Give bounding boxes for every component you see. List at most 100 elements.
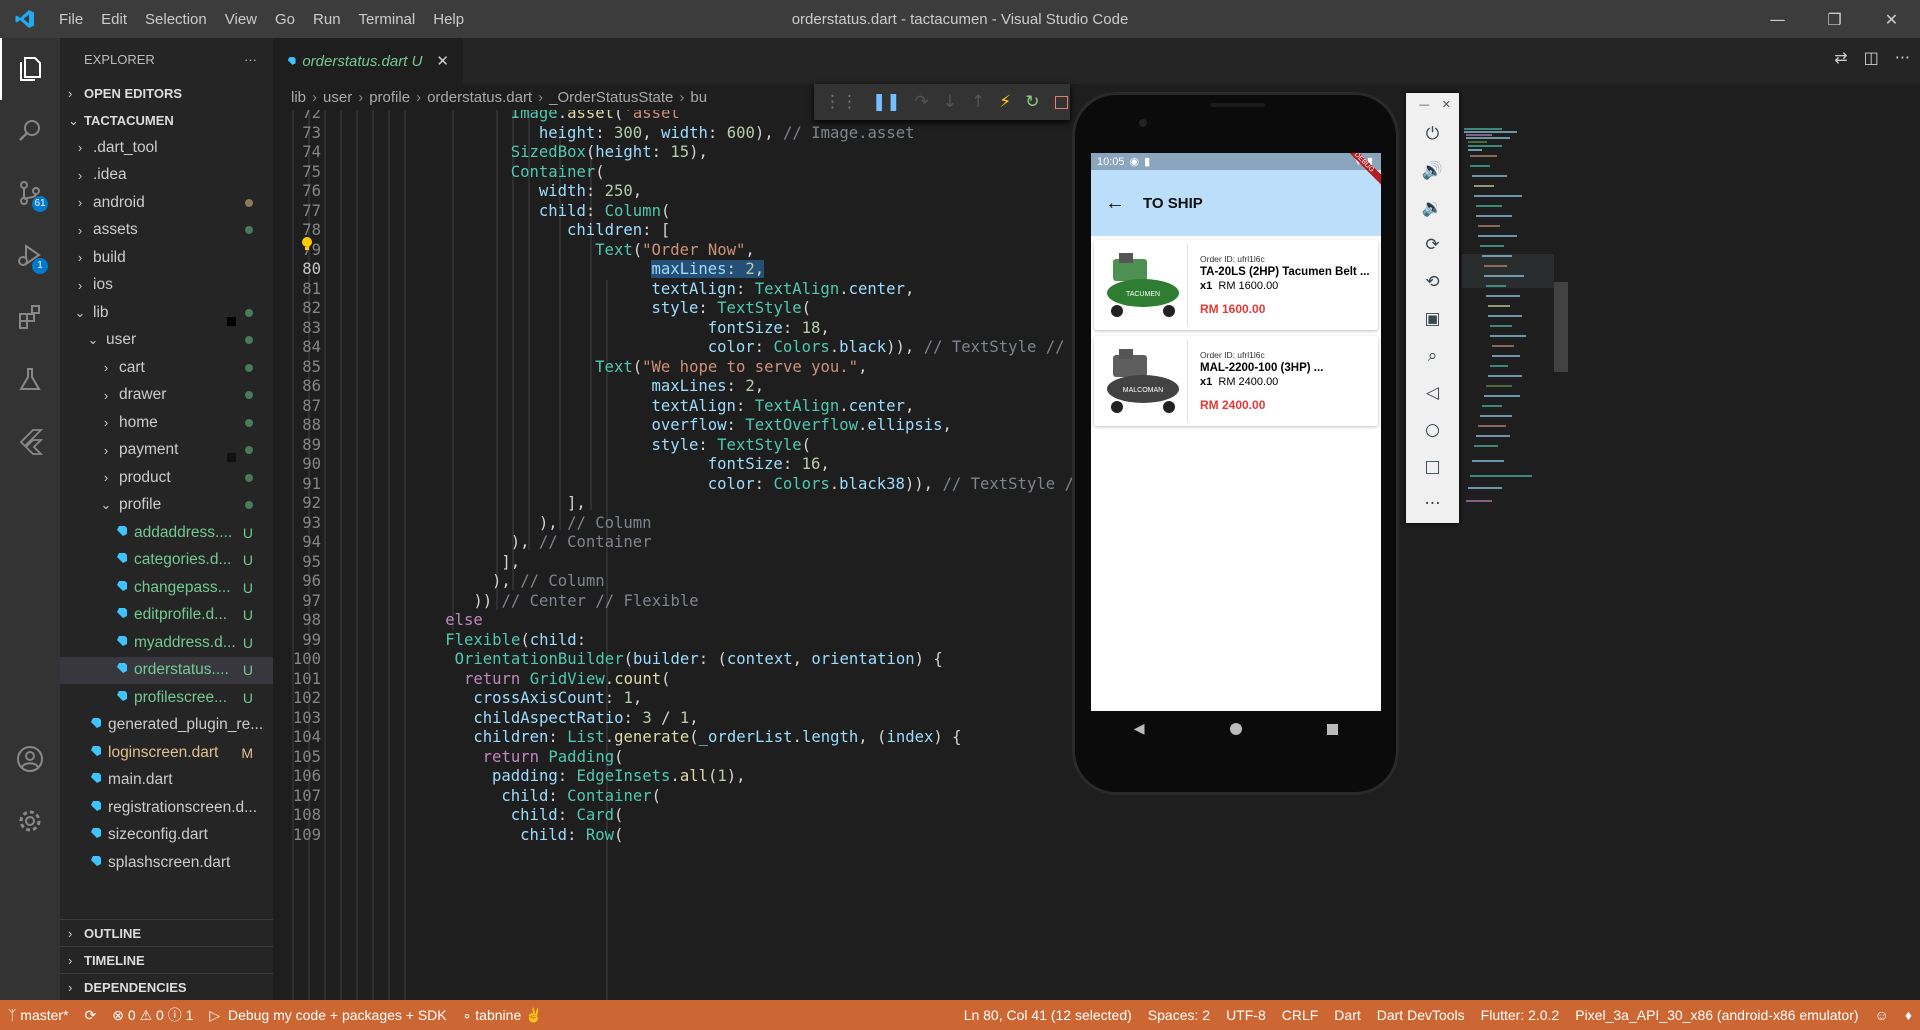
pause-icon[interactable]: ❚❚ xyxy=(872,92,901,112)
volume-down-icon[interactable]: 🔉 xyxy=(1406,189,1459,226)
tree-folder[interactable]: ⌄ profile xyxy=(60,492,273,520)
breadcrumb-item[interactable]: lib xyxy=(291,89,306,106)
lightbulb-icon[interactable] xyxy=(300,236,314,252)
tree-file[interactable]: generated_plugin_re... xyxy=(60,712,273,740)
dart-devtools[interactable]: Dart DevTools xyxy=(1369,1007,1473,1023)
tree-folder[interactable]: › payment xyxy=(60,437,273,465)
cursor-position[interactable]: Ln 80, Col 41 (12 selected) xyxy=(956,1007,1140,1023)
restart-icon[interactable]: ↻ xyxy=(1025,92,1039,112)
close-tab-icon[interactable]: ✕ xyxy=(436,52,449,70)
tab-orderstatus[interactable]: orderstatus.dart U ✕ xyxy=(273,38,463,84)
open-editors-section[interactable]: › OPEN EDITORS xyxy=(60,80,273,107)
language-mode[interactable]: Dart xyxy=(1326,1007,1368,1023)
home-icon[interactable]: ○ xyxy=(1406,411,1459,448)
menu-edit[interactable]: Edit xyxy=(92,11,136,28)
tree-file[interactable]: myaddress.d... U xyxy=(60,629,273,657)
tree-file[interactable]: editprofile.d... U xyxy=(60,602,273,630)
restore-button[interactable]: ❐ xyxy=(1806,0,1863,38)
branch-indicator[interactable]: ᛉ master* xyxy=(0,1007,77,1023)
outline-section[interactable]: › OUTLINE xyxy=(60,919,273,946)
testing-flask-icon[interactable] xyxy=(0,348,60,410)
run-debug-icon[interactable]: 1 xyxy=(0,224,60,286)
menu-terminal[interactable]: Terminal xyxy=(350,11,425,28)
breadcrumb-item[interactable]: bu xyxy=(690,89,707,106)
minimap[interactable] xyxy=(1462,126,1557,526)
tree-folder[interactable]: › product xyxy=(60,464,273,492)
split-editor-icon[interactable]: ◫ xyxy=(1864,48,1879,67)
tree-folder[interactable]: › .dart_tool xyxy=(60,134,273,162)
breadcrumb-item[interactable]: _OrderStatusState xyxy=(549,89,673,106)
source-control-icon[interactable]: 61 xyxy=(0,162,60,224)
menu-run[interactable]: Run xyxy=(304,11,350,28)
tree-file[interactable]: orderstatus.... U xyxy=(60,656,273,684)
explorer-icon[interactable] xyxy=(0,38,60,100)
step-into-icon[interactable]: ↓ xyxy=(943,92,957,112)
rotate-right-icon[interactable]: ⟲ xyxy=(1406,263,1459,300)
tree-folder[interactable]: › home xyxy=(60,409,273,437)
accounts-icon[interactable] xyxy=(0,728,60,790)
tree-folder[interactable]: › .idea xyxy=(60,162,273,190)
tree-folder[interactable]: › drawer xyxy=(60,382,273,410)
feedback-icon[interactable]: ☺ xyxy=(1867,1007,1897,1023)
line-ending[interactable]: CRLF xyxy=(1274,1007,1327,1023)
indentation[interactable]: Spaces: 2 xyxy=(1140,1007,1218,1023)
scrollbar-thumb[interactable] xyxy=(1554,282,1568,372)
tree-file[interactable]: categories.d... U xyxy=(60,547,273,575)
tabnine-indicator[interactable]: ∘ tabnine ✌ xyxy=(455,1007,551,1024)
nav-back-icon[interactable]: ◀ xyxy=(1134,721,1145,737)
menu-view[interactable]: View xyxy=(216,11,266,28)
flutter-icon[interactable] xyxy=(0,410,60,472)
breadcrumb-item[interactable]: profile xyxy=(369,89,410,106)
tree-file[interactable]: sizeconfig.dart xyxy=(60,822,273,850)
tree-file[interactable]: changepass... U xyxy=(60,574,273,602)
tree-file[interactable]: main.dart xyxy=(60,767,273,795)
tree-folder[interactable]: › android xyxy=(60,189,273,217)
breadcrumb-item[interactable]: user xyxy=(323,89,352,106)
tree-file[interactable]: profilescree... U xyxy=(60,684,273,712)
overview-icon[interactable]: □ xyxy=(1406,448,1459,485)
order-card[interactable]: MALCOMAN Order ID: ufrl1l6c MAL-2200-100 (… xyxy=(1094,336,1378,426)
breakpoint-marker[interactable] xyxy=(227,453,236,462)
back-arrow-icon[interactable]: ← xyxy=(1105,192,1143,215)
menu-help[interactable]: Help xyxy=(424,11,473,28)
tree-folder[interactable]: › build xyxy=(60,244,273,272)
back-icon[interactable]: ◁ xyxy=(1406,374,1459,411)
notifications-bell-icon[interactable]: ♦ xyxy=(1897,1007,1920,1023)
hot-reload-icon[interactable]: ⚡ xyxy=(999,92,1011,112)
rotate-left-icon[interactable]: ⟳ xyxy=(1406,226,1459,263)
screenshot-camera-icon[interactable]: ▣ xyxy=(1406,300,1459,337)
menu-file[interactable]: File xyxy=(50,11,92,28)
menu-selection[interactable]: Selection xyxy=(136,11,216,28)
step-over-icon[interactable]: ↷ xyxy=(915,92,929,112)
encoding[interactable]: UTF-8 xyxy=(1218,1007,1274,1023)
code-line[interactable]: 109 child: Row( xyxy=(273,826,1373,846)
tree-file[interactable]: splashscreen.dart xyxy=(60,849,273,874)
nav-home-icon[interactable] xyxy=(1229,723,1242,735)
tree-folder[interactable]: › ios xyxy=(60,272,273,300)
flutter-version[interactable]: Flutter: 2.0.2 xyxy=(1473,1007,1568,1023)
tree-folder[interactable]: › cart xyxy=(60,354,273,382)
more-icon[interactable]: ··· xyxy=(1406,485,1459,522)
more-actions-icon[interactable]: ··· xyxy=(1895,48,1910,67)
search-icon[interactable] xyxy=(0,100,60,162)
sync-icon[interactable]: ⟳ xyxy=(77,1007,105,1024)
dependencies-section[interactable]: › DEPENDENCIES xyxy=(60,973,273,1000)
minimize-button[interactable]: — xyxy=(1749,0,1806,38)
tree-folder[interactable]: › assets xyxy=(60,217,273,245)
settings-gear-icon[interactable] xyxy=(0,790,60,852)
debug-config[interactable]: ▷ Debug my code + packages + SDK xyxy=(201,1007,454,1024)
code-line[interactable]: 108 child: Card( xyxy=(273,806,1373,826)
nav-recents-icon[interactable] xyxy=(1327,723,1339,735)
zoom-icon[interactable]: ⌕ xyxy=(1406,337,1459,374)
tree-file[interactable]: addaddress.... U xyxy=(60,519,273,547)
volume-up-icon[interactable]: 🔊 xyxy=(1406,152,1459,189)
tree-folder[interactable]: ⌄ lib xyxy=(60,299,273,327)
drag-handle-icon[interactable]: ⋮⋮ xyxy=(824,92,858,112)
project-section[interactable]: ⌄ TACTACUMEN xyxy=(60,107,273,134)
tree-file[interactable]: loginscreen.dart M xyxy=(60,739,273,767)
menu-go[interactable]: Go xyxy=(266,11,304,28)
device-selector[interactable]: Pixel_3a_API_30_x86 (android-x86 emulato… xyxy=(1567,1007,1866,1023)
step-out-icon[interactable]: ↑ xyxy=(971,92,985,112)
tree-file[interactable]: registrationscreen.d... xyxy=(60,794,273,822)
breakpoint-marker[interactable] xyxy=(227,317,236,326)
